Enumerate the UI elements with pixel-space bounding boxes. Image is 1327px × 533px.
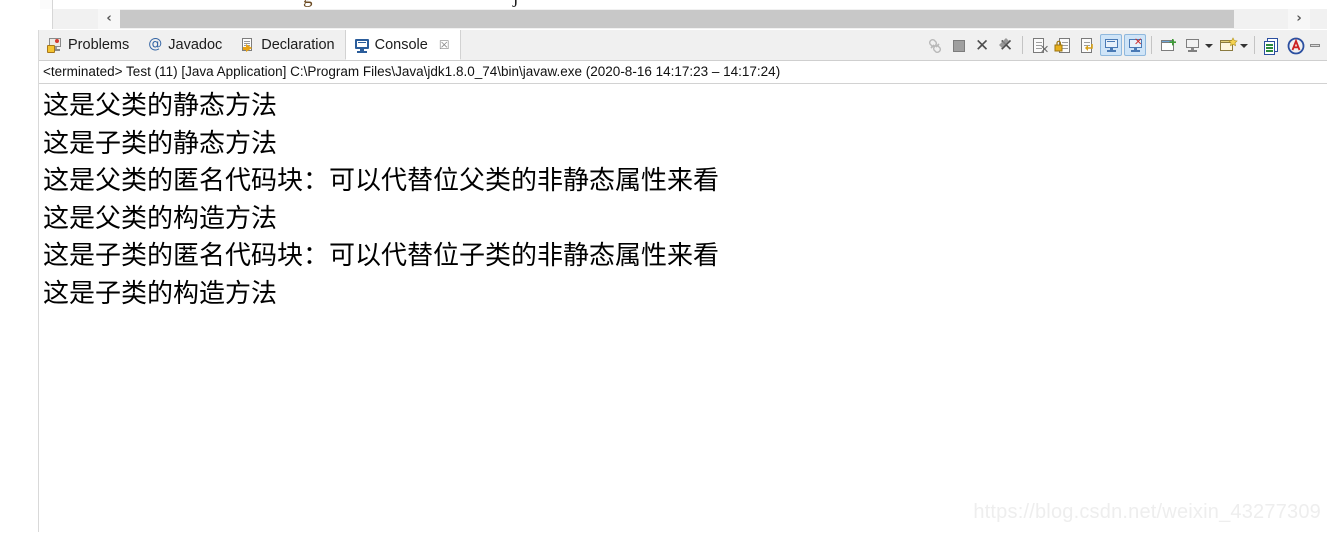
tab-javadoc-label: Javadoc	[168, 37, 223, 53]
tab-declaration[interactable]: Declaration	[232, 30, 344, 60]
editor-clipped-text-row: g j	[52, 0, 1327, 9]
scrollbar-thumb[interactable]	[120, 10, 1234, 28]
console-line: 这是子类的匿名代码块：可以代替位子类的非静态属性来看	[43, 241, 720, 270]
stop-icon[interactable]	[947, 34, 969, 56]
watermark-text: https://blog.csdn.net/weixin_43277309	[973, 501, 1321, 523]
pin-console-icon[interactable]	[923, 34, 945, 56]
open-console-dropdown-arrow[interactable]	[1239, 34, 1250, 56]
console-line: 这是父类的匿名代码块：可以代替位父类的非静态属性来看	[43, 166, 720, 195]
console-toolbar: ✕ ✕ ✕ ✕	[922, 30, 1327, 60]
scroll-lock-icon[interactable]	[1052, 34, 1074, 56]
tab-problems-label: Problems	[68, 37, 130, 53]
declaration-icon	[240, 37, 256, 53]
console-view-panel: Problems @ Javadoc Declaration Console ☒…	[38, 30, 1327, 533]
remove-all-launches-icon[interactable]: ✕	[995, 34, 1017, 56]
tab-problems[interactable]: Problems	[39, 30, 139, 60]
view-tab-list: Problems @ Javadoc Declaration Console ☒	[39, 30, 461, 60]
scroll-right-arrow-icon[interactable]: ›	[1288, 9, 1310, 29]
show-console-on-error-icon[interactable]: ✕	[1124, 34, 1146, 56]
view-tab-bar: Problems @ Javadoc Declaration Console ☒…	[39, 30, 1327, 61]
show-console-on-output-icon[interactable]	[1100, 34, 1122, 56]
display-console-dropdown-arrow[interactable]	[1204, 34, 1215, 56]
toolbar-separator-1	[1022, 36, 1023, 54]
toolbar-separator-2	[1151, 36, 1152, 54]
scroll-left-arrow-icon[interactable]: ‹	[98, 9, 120, 29]
console-line: 这是子类的静态方法	[43, 128, 278, 158]
launch-status-line: <terminated> Test (11) [Java Application…	[39, 61, 1327, 84]
console-line: 这是父类的构造方法	[43, 203, 278, 233]
javadoc-icon: @	[148, 36, 163, 52]
remove-launch-icon[interactable]: ✕	[971, 34, 993, 56]
tab-declaration-label: Declaration	[261, 37, 335, 53]
clear-console-icon[interactable]: ✕	[1028, 34, 1050, 56]
open-console-icon[interactable]	[1216, 34, 1238, 56]
close-icon[interactable]: ☒	[439, 38, 450, 52]
tab-javadoc[interactable]: @ Javadoc	[139, 30, 232, 60]
word-wrap-icon[interactable]	[1076, 34, 1098, 56]
tab-console-label: Console	[374, 36, 428, 53]
console-line: 这是父类的静态方法	[43, 91, 278, 120]
display-selected-console-icon[interactable]	[1181, 34, 1203, 56]
console-line: 这是子类的构造方法	[43, 278, 278, 308]
anyedit-icon[interactable]	[1284, 34, 1306, 56]
console-output-area[interactable]: 这是父类的静态方法 这是子类的静态方法 这是父类的匿名代码块：可以代替位父类的非…	[39, 84, 1327, 533]
editor-bottom-strip: g j ‹ ›	[0, 0, 1327, 30]
view-menu-icon[interactable]	[1260, 34, 1282, 56]
clipped-glyph-right: j	[513, 0, 518, 9]
clipped-glyph-left: g	[303, 0, 313, 9]
problems-icon	[47, 37, 63, 53]
toolbar-separator-3	[1254, 36, 1255, 54]
pin-console-window-icon[interactable]	[1157, 34, 1179, 56]
minimize-view-button[interactable]	[1307, 34, 1325, 56]
tab-console[interactable]: Console ☒	[344, 30, 461, 60]
editor-horizontal-scrollbar[interactable]: ‹ ›	[52, 9, 1327, 29]
console-icon	[354, 37, 370, 53]
